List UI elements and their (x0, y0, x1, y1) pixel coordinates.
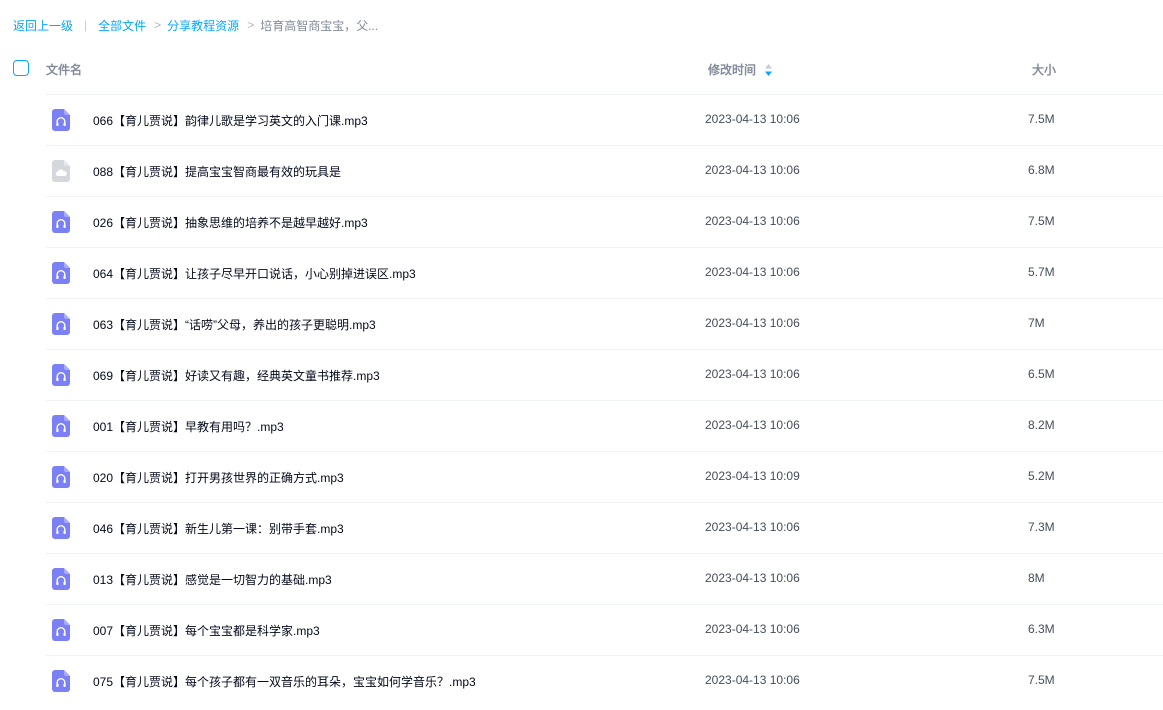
file-size: 5.2M (1028, 469, 1055, 483)
file-modified-time: 2023-04-13 10:06 (705, 112, 800, 126)
file-name[interactable]: 075【育儿贾说】每个孩子都有一双音乐的耳朵，宝宝如何学音乐？.mp3 (93, 673, 476, 690)
breadcrumb: 返回上一级 | 全部文件 > 分享教程资源 > 培育高智商宝宝，父... (13, 16, 378, 34)
file-name[interactable]: 007【育儿贾说】每个宝宝都是科学家.mp3 (93, 622, 320, 639)
file-size: 7M (1028, 316, 1045, 330)
file-list: 066【育儿贾说】韵律儿歌是学习英文的入门课.mp3 2023-04-13 10:… (46, 94, 1163, 706)
file-name[interactable]: 069【育儿贾说】好读又有趣，经典英文童书推荐.mp3 (93, 367, 380, 384)
breadcrumb-divider: | (84, 18, 88, 32)
file-size: 7.5M (1028, 673, 1055, 687)
file-size: 8M (1028, 571, 1045, 585)
file-row[interactable]: 075【育儿贾说】每个孩子都有一双音乐的耳朵，宝宝如何学音乐？.mp3 2023-… (46, 655, 1163, 706)
breadcrumb-all-files[interactable]: 全部文件 (98, 17, 146, 34)
file-name[interactable]: 046【育儿贾说】新生儿第一课：别带手套.mp3 (93, 520, 344, 537)
breadcrumb-current: 培育高智商宝宝，父... (260, 18, 379, 33)
column-header-modified-label: 修改时间 (708, 63, 757, 77)
audio-file-icon (52, 670, 70, 692)
file-name[interactable]: 026【育儿贾说】抽象思维的培养不是越早越好.mp3 (93, 214, 368, 231)
file-row[interactable]: 013【育儿贾说】感觉是一切智力的基础.mp3 2023-04-13 10:06 8… (46, 553, 1163, 604)
file-modified-time: 2023-04-13 10:06 (705, 316, 800, 330)
chevron-right-icon: > (247, 18, 255, 32)
audio-file-icon (52, 619, 70, 641)
audio-file-icon (52, 517, 70, 539)
file-modified-time: 2023-04-13 10:09 (705, 469, 800, 483)
audio-file-icon (52, 313, 70, 335)
file-name[interactable]: 013【育儿贾说】感觉是一切智力的基础.mp3 (93, 571, 332, 588)
chevron-right-icon: > (154, 18, 162, 32)
file-modified-time: 2023-04-13 10:06 (705, 367, 800, 381)
file-size: 8.2M (1028, 418, 1055, 432)
audio-file-icon (52, 262, 70, 284)
file-size: 6.8M (1028, 163, 1055, 177)
audio-file-icon (52, 466, 70, 488)
file-modified-time: 2023-04-13 10:06 (705, 622, 800, 636)
file-name[interactable]: 001【育儿贾说】早教有用吗？.mp3 (93, 418, 284, 435)
column-header-size[interactable]: 大小 (1032, 61, 1056, 78)
back-link[interactable]: 返回上一级 (13, 17, 73, 34)
file-row[interactable]: 026【育儿贾说】抽象思维的培养不是越早越好.mp3 2023-04-13 10:… (46, 196, 1163, 247)
file-row[interactable]: 046【育儿贾说】新生儿第一课：别带手套.mp3 2023-04-13 10:06… (46, 502, 1163, 553)
audio-file-icon (52, 211, 70, 233)
file-size: 7.5M (1028, 112, 1055, 126)
file-size: 5.7M (1028, 265, 1055, 279)
file-row[interactable]: 088【育儿贾说】提高宝宝智商最有效的玩具是 2023-04-13 10:06 6.… (46, 145, 1163, 196)
file-name[interactable]: 020【育儿贾说】打开男孩世界的正确方式.mp3 (93, 469, 344, 486)
file-list-header: 文件名 修改时间 大小 (0, 44, 1163, 94)
column-header-modified[interactable]: 修改时间 (708, 61, 773, 78)
file-modified-time: 2023-04-13 10:06 (705, 265, 800, 279)
file-size: 7.5M (1028, 214, 1055, 228)
file-size: 7.3M (1028, 520, 1055, 534)
file-modified-time: 2023-04-13 10:06 (705, 520, 800, 534)
file-row[interactable]: 064【育儿贾说】让孩子尽早开口说话，小心别掉进误区.mp3 2023-04-13… (46, 247, 1163, 298)
file-row[interactable]: 007【育儿贾说】每个宝宝都是科学家.mp3 2023-04-13 10:06 6.… (46, 604, 1163, 655)
file-row[interactable]: 066【育儿贾说】韵律儿歌是学习英文的入门课.mp3 2023-04-13 10:… (46, 94, 1163, 145)
file-modified-time: 2023-04-13 10:06 (705, 673, 800, 687)
file-row[interactable]: 001【育儿贾说】早教有用吗？.mp3 2023-04-13 10:06 8.2M (46, 400, 1163, 451)
file-modified-time: 2023-04-13 10:06 (705, 418, 800, 432)
file-name[interactable]: 088【育儿贾说】提高宝宝智商最有效的玩具是 (93, 163, 341, 180)
sort-icon[interactable] (764, 63, 773, 77)
file-size: 6.3M (1028, 622, 1055, 636)
file-name[interactable]: 066【育儿贾说】韵律儿歌是学习英文的入门课.mp3 (93, 112, 368, 129)
column-header-name[interactable]: 文件名 (46, 61, 82, 78)
file-modified-time: 2023-04-13 10:06 (705, 163, 800, 177)
audio-file-icon (52, 568, 70, 590)
file-row[interactable]: 069【育儿贾说】好读又有趣，经典英文童书推荐.mp3 2023-04-13 10… (46, 349, 1163, 400)
file-modified-time: 2023-04-13 10:06 (705, 571, 800, 585)
select-all-checkbox[interactable] (13, 60, 29, 76)
file-name[interactable]: 064【育儿贾说】让孩子尽早开口说话，小心别掉进误区.mp3 (93, 265, 416, 282)
file-modified-time: 2023-04-13 10:06 (705, 214, 800, 228)
file-size: 6.5M (1028, 367, 1055, 381)
cloud-file-icon (52, 160, 70, 182)
audio-file-icon (52, 364, 70, 386)
audio-file-icon (52, 109, 70, 131)
file-row[interactable]: 063【育儿贾说】“话唠”父母，养出的孩子更聪明.mp3 2023-04-13 1… (46, 298, 1163, 349)
file-name[interactable]: 063【育儿贾说】“话唠”父母，养出的孩子更聪明.mp3 (93, 316, 376, 333)
audio-file-icon (52, 415, 70, 437)
breadcrumb-share-folder[interactable]: 分享教程资源 (167, 17, 239, 34)
file-row[interactable]: 020【育儿贾说】打开男孩世界的正确方式.mp3 2023-04-13 10:09… (46, 451, 1163, 502)
